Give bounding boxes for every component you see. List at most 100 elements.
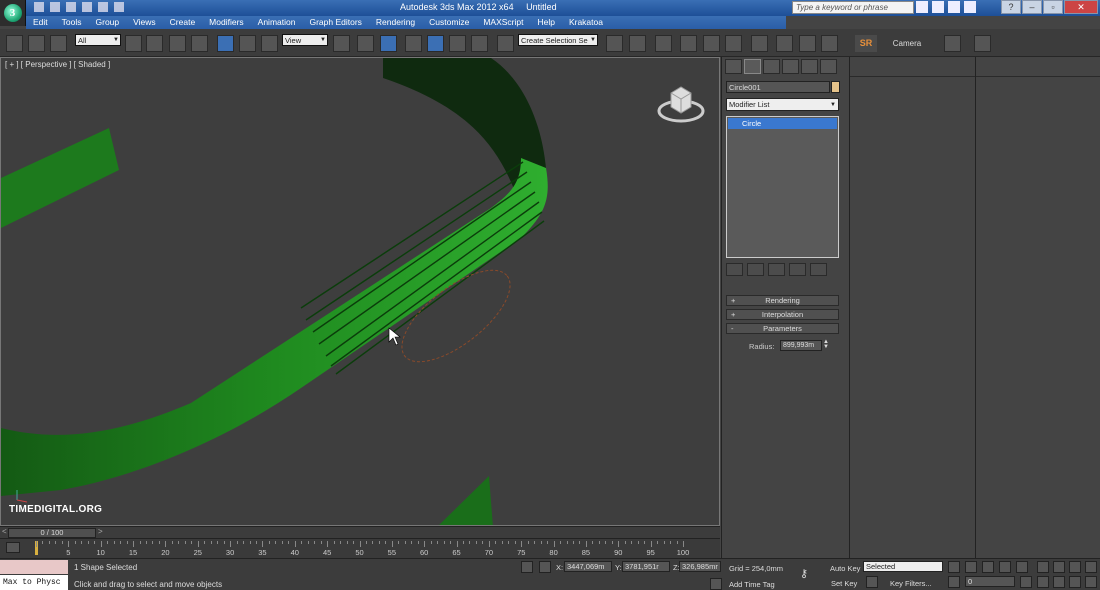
modifier-list-dropdown[interactable]: Modifier List xyxy=(726,98,839,111)
auto-key-button[interactable]: Auto Key xyxy=(830,564,860,573)
menu-edit[interactable]: Edit xyxy=(26,16,55,29)
perspective-viewport[interactable]: [ + ] [ Perspective ] [ Shaded ] TIMEDIG… xyxy=(0,57,720,526)
script-icon[interactable] xyxy=(944,35,961,52)
current-frame-field[interactable]: 0 xyxy=(965,576,1015,587)
time-slider-handle[interactable]: 0 / 100 xyxy=(8,528,96,538)
modify-tab-icon[interactable] xyxy=(744,59,761,74)
menu-animation[interactable]: Animation xyxy=(251,16,303,29)
select-object-icon[interactable] xyxy=(125,35,142,52)
viewport-label[interactable]: [ + ] [ Perspective ] [ Shaded ] xyxy=(5,60,110,69)
close-button[interactable]: ✕ xyxy=(1064,0,1098,14)
absolute-mode-icon[interactable] xyxy=(539,561,551,573)
stack-item-circle[interactable]: Circle xyxy=(728,118,837,129)
maxscript-listener-output[interactable]: Max to Physc xyxy=(0,575,68,590)
save-file-icon[interactable] xyxy=(66,2,76,12)
link-icon[interactable] xyxy=(6,35,23,52)
zoom-all-icon[interactable] xyxy=(1053,561,1065,573)
play-icon[interactable] xyxy=(982,561,994,573)
maxscript-listener-input[interactable] xyxy=(0,560,68,574)
window-crossing-icon[interactable] xyxy=(191,35,208,52)
curve-editor-icon[interactable] xyxy=(703,35,720,52)
rollout-rendering[interactable]: + Rendering xyxy=(726,295,839,306)
go-to-start-icon[interactable] xyxy=(948,561,960,573)
maximize-viewport-icon[interactable] xyxy=(1085,576,1097,588)
default-in-out-tangent-icon[interactable] xyxy=(866,576,878,588)
app-logo[interactable]: 3 xyxy=(0,0,26,26)
menu-tools[interactable]: Tools xyxy=(55,16,89,29)
mirror-icon[interactable] xyxy=(606,35,623,52)
z-coordinate-field[interactable]: 326,985mr xyxy=(679,561,721,572)
rect-selection-icon[interactable] xyxy=(169,35,186,52)
rendered-frame-icon[interactable] xyxy=(799,35,816,52)
viewcube-icon[interactable] xyxy=(657,79,705,125)
time-config-icon[interactable] xyxy=(1020,576,1032,588)
utilities-tab-icon[interactable] xyxy=(820,59,837,74)
remove-modifier-icon[interactable] xyxy=(789,263,806,276)
new-file-icon[interactable] xyxy=(34,2,44,12)
bind-space-warp-icon[interactable] xyxy=(50,35,67,52)
rollout-parameters[interactable]: - Parameters xyxy=(726,323,839,334)
select-rotate-icon[interactable] xyxy=(239,35,256,52)
keyboard-shortcut-icon[interactable] xyxy=(380,35,397,52)
hierarchy-tab-icon[interactable] xyxy=(763,59,780,74)
key-mode-toggle-icon[interactable] xyxy=(948,576,960,588)
render-production-icon[interactable] xyxy=(821,35,838,52)
favorites-icon[interactable] xyxy=(964,1,976,13)
go-to-end-icon[interactable] xyxy=(1016,561,1028,573)
object-color-swatch[interactable] xyxy=(831,81,840,93)
menu-graph-editors[interactable]: Graph Editors xyxy=(302,16,368,29)
next-frame-icon[interactable] xyxy=(999,561,1011,573)
layer-manager-icon[interactable] xyxy=(655,35,672,52)
radius-spinner-icon[interactable]: ▲ ▼ xyxy=(823,339,829,351)
menu-create[interactable]: Create xyxy=(163,16,203,29)
schematic-view-icon[interactable] xyxy=(725,35,742,52)
angle-snap-icon[interactable] xyxy=(427,35,444,52)
percent-snap-icon[interactable] xyxy=(449,35,466,52)
snaps-toggle-icon[interactable] xyxy=(405,35,422,52)
spinner-snap-icon[interactable] xyxy=(471,35,488,52)
key-filters-button[interactable]: Key Filters... xyxy=(890,579,932,588)
align-icon[interactable] xyxy=(629,35,646,52)
menu-modifiers[interactable]: Modifiers xyxy=(202,16,250,29)
communication-icon[interactable] xyxy=(932,1,944,13)
search-input[interactable]: Type a keyword or phrase xyxy=(792,1,914,14)
material-editor-icon[interactable] xyxy=(751,35,768,52)
project-folder-icon[interactable] xyxy=(114,2,124,12)
zoom-extents-icon[interactable] xyxy=(1069,561,1081,573)
zoom-extents-all-icon[interactable] xyxy=(1085,561,1097,573)
camera-button[interactable]: Camera xyxy=(882,35,932,52)
time-next-arrow[interactable]: > xyxy=(98,527,103,536)
help-button[interactable]: ? xyxy=(1001,0,1021,14)
open-file-icon[interactable] xyxy=(50,2,60,12)
pivot-center-icon[interactable] xyxy=(333,35,350,52)
field-of-view-icon[interactable] xyxy=(1037,576,1049,588)
track-bar[interactable]: 5 10 15 20 25 30 35 40 45 50 55 60 65 70 75 80 85 90 95 100 xyxy=(0,538,720,558)
select-move-icon[interactable] xyxy=(217,35,234,52)
menu-krakatoa[interactable]: Krakatoa xyxy=(562,16,610,29)
manipulate-icon[interactable] xyxy=(357,35,374,52)
redo-icon[interactable] xyxy=(98,2,108,12)
object-name-field[interactable]: Circle001 xyxy=(726,81,830,93)
sr-button[interactable]: SR xyxy=(855,35,877,52)
create-tab-icon[interactable] xyxy=(725,59,742,74)
orbit-icon[interactable] xyxy=(1069,576,1081,588)
y-coordinate-field[interactable]: 3781,951r xyxy=(622,561,670,572)
time-slider[interactable]: < 0 / 100 > xyxy=(0,526,720,538)
unlink-icon[interactable] xyxy=(28,35,45,52)
menu-help[interactable]: Help xyxy=(530,16,561,29)
pan-view-icon[interactable] xyxy=(1053,576,1065,588)
exchange-icon[interactable] xyxy=(948,1,960,13)
previous-frame-icon[interactable] xyxy=(965,561,977,573)
select-by-name-icon[interactable] xyxy=(146,35,163,52)
select-scale-icon[interactable] xyxy=(261,35,278,52)
set-keys-key-icon[interactable]: ⚷ xyxy=(800,567,820,581)
render-setup-icon[interactable] xyxy=(776,35,793,52)
radius-field[interactable]: 899,993m xyxy=(780,340,822,351)
configure-modifier-sets-icon[interactable] xyxy=(810,263,827,276)
graphite-ribbon-icon[interactable] xyxy=(680,35,697,52)
time-tag-icon[interactable] xyxy=(710,578,722,590)
rollout-interpolation[interactable]: + Interpolation xyxy=(726,309,839,320)
make-unique-icon[interactable] xyxy=(768,263,785,276)
minimize-button[interactable]: ‒ xyxy=(1022,0,1042,14)
binoculars-icon[interactable] xyxy=(916,1,928,13)
